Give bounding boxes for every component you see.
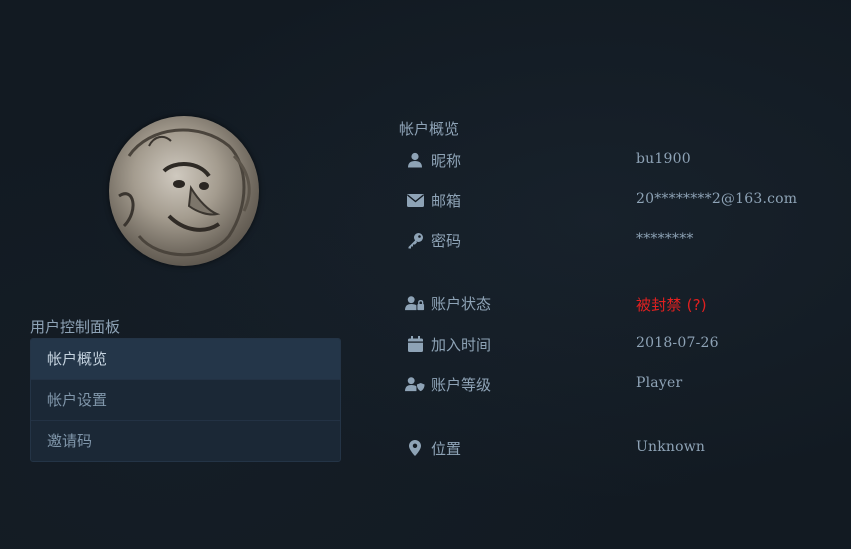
location-label: 位置 xyxy=(431,440,462,458)
join-date-value: 2018-07-26 xyxy=(636,335,719,351)
sidebar-menu: 帐户概览 帐户设置 邀请码 xyxy=(30,338,341,462)
password-value: ******** xyxy=(636,231,694,247)
background xyxy=(0,0,851,549)
email-value: 20********2@163.com xyxy=(636,191,798,207)
user-icon xyxy=(405,150,425,170)
nickname-row: 昵称 bu1900 xyxy=(405,148,825,172)
account-status-row: 账户状态 被封禁 (?) xyxy=(405,291,825,315)
nickname-label: 昵称 xyxy=(431,152,462,170)
account-status-label: 账户状态 xyxy=(431,295,492,313)
user-shield-icon xyxy=(405,374,425,394)
user-lock-icon xyxy=(405,293,425,313)
map-marker-icon xyxy=(405,438,425,458)
join-date-row: 加入时间 2018-07-26 xyxy=(405,332,825,356)
avatar xyxy=(109,116,259,266)
sidebar-item-account-overview[interactable]: 帐户概览 xyxy=(31,339,340,379)
avatar-portrait-icon xyxy=(118,128,251,257)
email-label: 邮箱 xyxy=(431,192,462,210)
password-label: 密码 xyxy=(431,232,462,250)
account-level-value: Player xyxy=(636,375,683,391)
sidebar-item-invite-code[interactable]: 邀请码 xyxy=(31,420,340,461)
nickname-value: bu1900 xyxy=(636,151,691,167)
password-row: 密码 ******** xyxy=(405,228,825,252)
join-date-label: 加入时间 xyxy=(431,336,492,354)
calendar-icon xyxy=(405,334,425,354)
location-row: 位置 Unknown xyxy=(405,436,825,460)
account-status-value[interactable]: 被封禁 (?) xyxy=(636,294,707,315)
control-panel-title: 用户控制面板 xyxy=(30,318,121,336)
key-icon xyxy=(405,230,425,250)
overview-title: 帐户概览 xyxy=(399,120,460,138)
account-level-label: 账户等级 xyxy=(431,376,492,394)
location-value: Unknown xyxy=(636,439,706,455)
sidebar-item-account-settings[interactable]: 帐户设置 xyxy=(31,379,340,420)
account-level-row: 账户等级 Player xyxy=(405,372,825,396)
email-row: 邮箱 20********2@163.com xyxy=(405,188,825,212)
envelope-icon xyxy=(405,190,425,210)
